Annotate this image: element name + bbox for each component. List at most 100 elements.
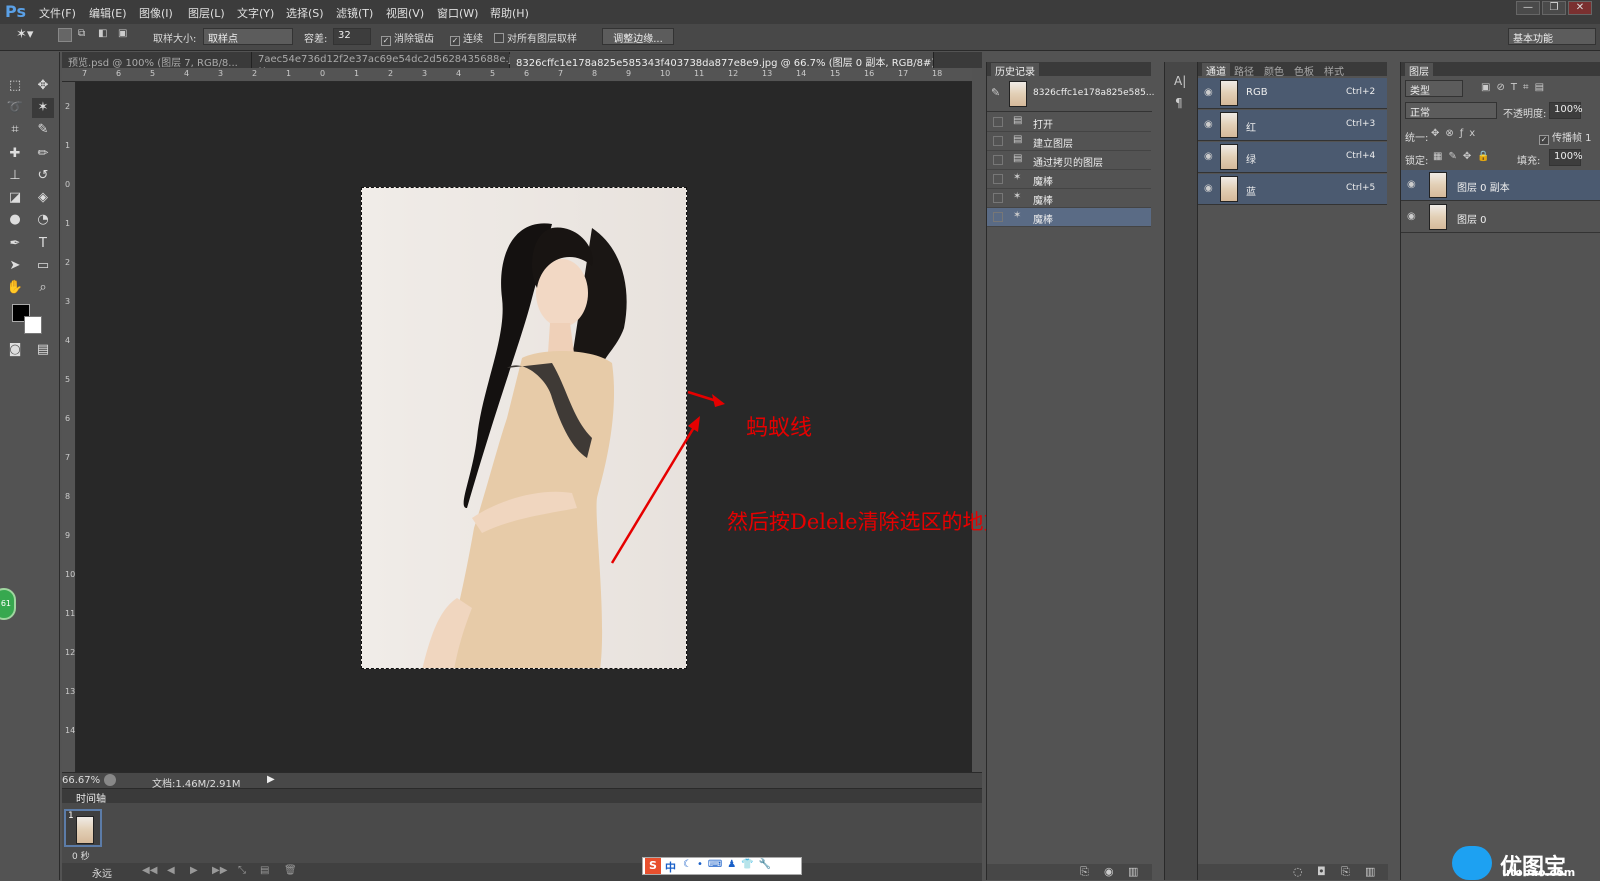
history-tab[interactable]: 历史记录 — [991, 63, 1039, 78]
magic-wand-icon[interactable]: ✶ — [32, 98, 54, 118]
menu-view[interactable]: 视图(V) — [386, 5, 424, 21]
tab-swatches[interactable]: 色板 — [1294, 63, 1314, 78]
lock-icons[interactable]: ▦✎✥🔒 — [1433, 151, 1496, 162]
contiguous-checkbox[interactable]: ✓ 连续 — [450, 30, 483, 46]
load-selection-icon[interactable]: ◌ — [1293, 865, 1303, 878]
layer-row[interactable]: ◉ 图层 0 副本 — [1401, 170, 1600, 201]
delete-channel-icon[interactable]: ▥ — [1365, 865, 1375, 878]
blur-tool-icon[interactable]: ● — [4, 210, 26, 230]
tab-paths[interactable]: 路径 — [1234, 63, 1254, 78]
hand-tool-icon[interactable]: ✋ — [4, 278, 26, 298]
pen-tool-icon[interactable]: ✒ — [4, 234, 26, 254]
menu-type[interactable]: 文字(Y) — [237, 5, 274, 21]
ime-tool-icons[interactable]: ☾•⌨♟👕🔧 — [683, 859, 776, 870]
dodge-tool-icon[interactable]: ◔ — [32, 210, 54, 230]
first-frame-icon[interactable]: ◀◀ — [142, 865, 157, 876]
sample-all-checkbox[interactable]: 对所有图层取样 — [494, 30, 577, 45]
quick-mask-icon[interactable]: ◙ — [4, 340, 26, 360]
history-item[interactable]: ▤ 建立图层 — [987, 132, 1151, 151]
eraser-tool-icon[interactable]: ◪ — [4, 188, 26, 208]
eye-icon[interactable]: ◉ — [1204, 183, 1213, 194]
eye-icon[interactable]: ◉ — [1204, 151, 1213, 162]
opacity-input[interactable]: 100% — [1549, 102, 1583, 119]
prev-frame-icon[interactable]: ◀ — [167, 865, 175, 876]
zoom-level[interactable]: 66.67% — [62, 775, 100, 786]
history-snapshot[interactable]: ✎ 8326cffc1e178a825e585... — [987, 78, 1154, 112]
path-select-icon[interactable]: ➤ — [4, 256, 26, 276]
history-source-checkbox[interactable] — [993, 117, 1003, 127]
tab-8326-jpg[interactable]: 8326cffc1e178a825e585343f403738da877e8e9… — [510, 52, 934, 68]
eye-icon[interactable]: ◉ — [1204, 119, 1213, 130]
refine-edge-button[interactable]: 调整边缘... — [602, 28, 674, 45]
score-badge[interactable]: 61 — [0, 588, 16, 620]
play-icon[interactable]: ▶ — [190, 865, 198, 876]
history-brush-source-icon[interactable]: ✎ — [991, 86, 1000, 99]
history-source-checkbox[interactable] — [993, 212, 1003, 222]
frame-delay[interactable]: 0 秒 — [72, 849, 90, 862]
history-source-checkbox[interactable] — [993, 193, 1003, 203]
propagate-checkbox[interactable]: ✓ 传播帧 1 — [1539, 129, 1592, 145]
new-document-icon[interactable]: ⎘ — [1080, 865, 1089, 879]
close-window-button[interactable]: ✕ — [1568, 1, 1592, 15]
tolerance-input[interactable]: 32 — [333, 28, 371, 45]
tab-channels[interactable]: 通道 — [1202, 63, 1230, 78]
workspace-select[interactable]: 基本功能 — [1508, 28, 1596, 45]
history-item[interactable]: ✶ 魔棒 — [987, 170, 1151, 189]
menu-window[interactable]: 窗口(W) — [437, 5, 478, 21]
new-selection-icon[interactable] — [58, 28, 72, 42]
layer-filter-select[interactable]: 类型 — [1405, 80, 1463, 97]
screen-mode-icon[interactable]: ▤ — [32, 340, 54, 360]
minimize-button[interactable]: — — [1516, 1, 1540, 15]
save-selection-icon[interactable]: ◘ — [1317, 865, 1326, 878]
ime-mode[interactable]: 中 — [665, 859, 676, 875]
tab-styles[interactable]: 样式 — [1324, 63, 1344, 78]
add-selection-icon[interactable]: ⧉ — [78, 28, 85, 39]
filter-icons[interactable]: ▣⊘T⌗▤ — [1481, 82, 1550, 93]
paragraph-panel-icon[interactable]: ¶ — [1175, 96, 1183, 110]
crop-tool-icon[interactable]: ⌗ — [4, 120, 26, 140]
layer-row[interactable]: ◉ 图层 0 — [1401, 202, 1600, 233]
loop-select[interactable]: 永远 — [92, 865, 112, 880]
snapshot-camera-icon[interactable]: ◉ — [1104, 865, 1114, 878]
blend-mode-select[interactable]: 正常 — [1405, 102, 1497, 119]
channel-row[interactable]: ◉ 红 Ctrl+3 — [1198, 110, 1387, 141]
history-item[interactable]: ✶ 魔棒 — [987, 208, 1151, 227]
new-channel-icon[interactable]: ⎘ — [1341, 865, 1350, 879]
character-panel-icon[interactable]: A| — [1174, 74, 1186, 88]
unify-icons[interactable]: ✥⊗ƒx — [1431, 128, 1481, 139]
tab-preview-psd[interactable]: 预览.psd @ 100% (图层 7, RGB/8... × — [62, 52, 252, 80]
history-source-checkbox[interactable] — [993, 136, 1003, 146]
intersect-selection-icon[interactable]: ▣ — [118, 28, 127, 39]
eye-icon[interactable]: ◉ — [1407, 179, 1416, 190]
ime-toolbar[interactable]: S 中 ☾•⌨♟👕🔧 — [642, 857, 802, 875]
eye-icon[interactable]: ◉ — [1407, 211, 1416, 222]
history-source-checkbox[interactable] — [993, 174, 1003, 184]
menu-file[interactable]: 文件(F) — [39, 5, 76, 21]
brush-tool-icon[interactable]: ✏ — [32, 144, 54, 164]
fill-input[interactable]: 100% — [1549, 149, 1583, 166]
history-item[interactable]: ▤ 通过拷贝的图层 — [987, 151, 1151, 170]
menu-select[interactable]: 选择(S) — [286, 5, 324, 21]
tab-7aec-jpg[interactable]: 7aec54e736d12f2e37ac69e54dc2d5628435688e… — [252, 52, 524, 76]
menu-edit[interactable]: 编辑(E) — [89, 5, 127, 21]
menu-image[interactable]: 图像(I) — [139, 5, 173, 21]
next-frame-icon[interactable]: ▶▶ — [212, 865, 227, 876]
menu-help[interactable]: 帮助(H) — [490, 5, 529, 21]
status-info-icon[interactable] — [104, 774, 116, 786]
status-menu-arrow-icon[interactable]: ▶ — [267, 774, 275, 785]
delete-frame-icon[interactable]: 🗑 — [284, 865, 297, 876]
move-tool-icon[interactable]: ✥ — [32, 76, 54, 96]
eye-icon[interactable]: ◉ — [1204, 87, 1213, 98]
history-brush-icon[interactable]: ↺ — [32, 166, 54, 186]
new-frame-icon[interactable]: ▤ — [260, 865, 269, 876]
animation-frame[interactable]: 1 — [64, 809, 102, 847]
tab-color[interactable]: 颜色 — [1264, 63, 1284, 78]
tween-icon[interactable]: ⤡ — [238, 865, 246, 876]
layers-tab[interactable]: 图层 — [1405, 63, 1433, 78]
magic-wand-tool-icon[interactable]: ✶▾ — [16, 27, 33, 42]
healing-brush-icon[interactable]: ✚ — [4, 144, 26, 164]
shape-tool-icon[interactable]: ▭ — [32, 256, 54, 276]
eyedropper-icon[interactable]: ✎ — [32, 120, 54, 140]
antialias-checkbox[interactable]: ✓ 消除锯齿 — [381, 30, 434, 46]
zoom-tool-icon[interactable]: ⌕ — [32, 278, 54, 298]
